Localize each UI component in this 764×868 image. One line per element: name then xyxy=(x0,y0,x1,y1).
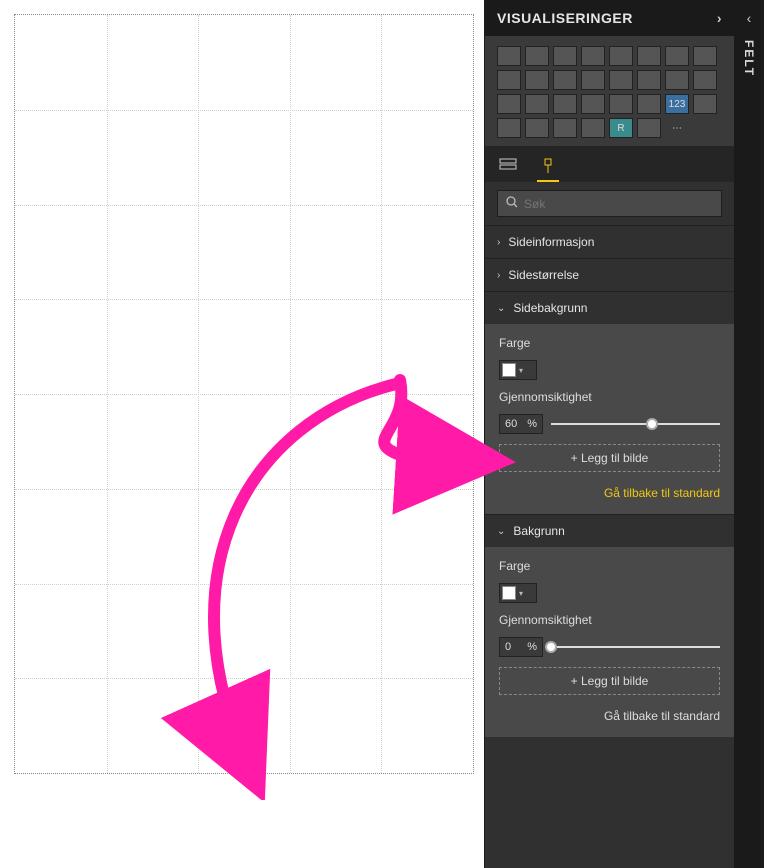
caret-down-icon: ▾ xyxy=(519,589,523,598)
viz-card-icon[interactable] xyxy=(637,94,661,114)
collapsed-panel-title: FELT xyxy=(742,40,756,77)
search-icon xyxy=(506,196,518,211)
viz-line-column2-icon[interactable] xyxy=(553,70,577,90)
viz-filled-map-icon[interactable] xyxy=(553,94,577,114)
viz-stacked-area-icon[interactable] xyxy=(497,70,521,90)
viz-gallery: 123 R ⋯ xyxy=(485,36,734,146)
transparency-value-box[interactable]: 0 % xyxy=(499,637,543,657)
transparency-slider[interactable] xyxy=(551,417,720,431)
transparency-label: Gjennomsiktighet xyxy=(499,613,720,627)
viz-clustered-column-icon[interactable] xyxy=(581,46,605,66)
expand-icon[interactable]: ‹ xyxy=(747,10,752,26)
chevron-down-icon: ⌄ xyxy=(497,526,505,537)
transparency-unit: % xyxy=(527,418,537,430)
viz-table-icon[interactable] xyxy=(525,118,549,138)
reset-to-default-link[interactable]: Gå tilbake til standard xyxy=(499,482,720,500)
add-image-button[interactable]: + Legg til bilde xyxy=(499,444,720,472)
viz-arcgis-icon[interactable] xyxy=(637,118,661,138)
section-label: Sideinformasjon xyxy=(508,235,594,249)
viz-100-column-icon[interactable] xyxy=(637,46,661,66)
chevron-right-icon: › xyxy=(497,270,500,281)
transparency-label: Gjennomsiktighet xyxy=(499,390,720,404)
viz-clustered-bar-icon[interactable] xyxy=(553,46,577,66)
viz-kpi-icon[interactable] xyxy=(693,94,717,114)
viz-table2-icon[interactable] xyxy=(581,118,605,138)
caret-down-icon: ▾ xyxy=(519,366,523,375)
viz-map-icon[interactable] xyxy=(525,94,549,114)
section-label: Bakgrunn xyxy=(513,524,564,538)
viz-line-icon[interactable] xyxy=(665,46,689,66)
transparency-value: 60 xyxy=(505,418,517,430)
section-page-background[interactable]: ⌄ Sidebakgrunn xyxy=(485,291,734,324)
section-page-background-body: Farge ▾ Gjennomsiktighet 60 % + Legg til… xyxy=(485,324,734,514)
viz-100-bar-icon[interactable] xyxy=(609,46,633,66)
panel-title: VISUALISERINGER xyxy=(497,10,633,26)
viz-area-icon[interactable] xyxy=(693,46,717,66)
viz-stacked-bar-icon[interactable] xyxy=(497,46,521,66)
viz-donut-icon[interactable] xyxy=(693,70,717,90)
viz-funnel-icon[interactable] xyxy=(581,94,605,114)
viz-matrix-icon[interactable] xyxy=(553,118,577,138)
transparency-unit: % xyxy=(527,641,537,653)
transparency-slider[interactable] xyxy=(551,640,720,654)
collapse-icon[interactable]: › xyxy=(717,10,722,26)
section-background[interactable]: ⌄ Bakgrunn xyxy=(485,514,734,547)
section-page-info[interactable]: › Sideinformasjon xyxy=(485,225,734,258)
viz-waterfall-icon[interactable] xyxy=(609,70,633,90)
transparency-value: 0 xyxy=(505,641,511,653)
chevron-down-icon: ⌄ xyxy=(497,303,505,314)
color-picker[interactable]: ▾ xyxy=(499,360,537,380)
fields-tab[interactable] xyxy=(497,152,519,182)
search-input[interactable] xyxy=(524,197,713,211)
viz-pie-icon[interactable] xyxy=(665,70,689,90)
section-label: Sidebakgrunn xyxy=(513,301,587,315)
viz-stacked-column-icon[interactable] xyxy=(525,46,549,66)
search-input-wrapper[interactable] xyxy=(497,190,722,217)
add-image-button[interactable]: + Legg til bilde xyxy=(499,667,720,695)
report-canvas[interactable] xyxy=(0,0,484,868)
viz-treemap-icon[interactable] xyxy=(497,94,521,114)
color-picker[interactable]: ▾ xyxy=(499,583,537,603)
color-label: Farge xyxy=(499,336,720,350)
transparency-value-box[interactable]: 60 % xyxy=(499,414,543,434)
fields-panel-collapsed: ‹ FELT xyxy=(734,0,764,868)
visualizations-panel: VISUALISERINGER › 123 xyxy=(484,0,734,868)
section-label: Sidestørrelse xyxy=(508,268,579,282)
panel-header: VISUALISERINGER › xyxy=(485,0,734,36)
panel-tabs xyxy=(485,146,734,182)
reset-to-default-link[interactable]: Gå tilbake til standard xyxy=(499,705,720,723)
color-label: Farge xyxy=(499,559,720,573)
viz-multirow-icon[interactable]: 123 xyxy=(665,94,689,114)
color-swatch xyxy=(502,363,516,377)
viz-scatter-icon[interactable] xyxy=(637,70,661,90)
viz-r-icon[interactable]: R xyxy=(609,118,633,138)
viz-more-icon[interactable]: ⋯ xyxy=(665,118,689,138)
section-background-body: Farge ▾ Gjennomsiktighet 0 % + Legg til … xyxy=(485,547,734,737)
viz-slicer-icon[interactable] xyxy=(497,118,521,138)
color-swatch xyxy=(502,586,516,600)
viz-gauge-icon[interactable] xyxy=(609,94,633,114)
chevron-right-icon: › xyxy=(497,237,500,248)
viz-ribbon-icon[interactable] xyxy=(581,70,605,90)
viz-line-column-icon[interactable] xyxy=(525,70,549,90)
format-tab[interactable] xyxy=(537,152,559,182)
report-page[interactable] xyxy=(14,14,474,774)
section-page-size[interactable]: › Sidestørrelse xyxy=(485,258,734,291)
